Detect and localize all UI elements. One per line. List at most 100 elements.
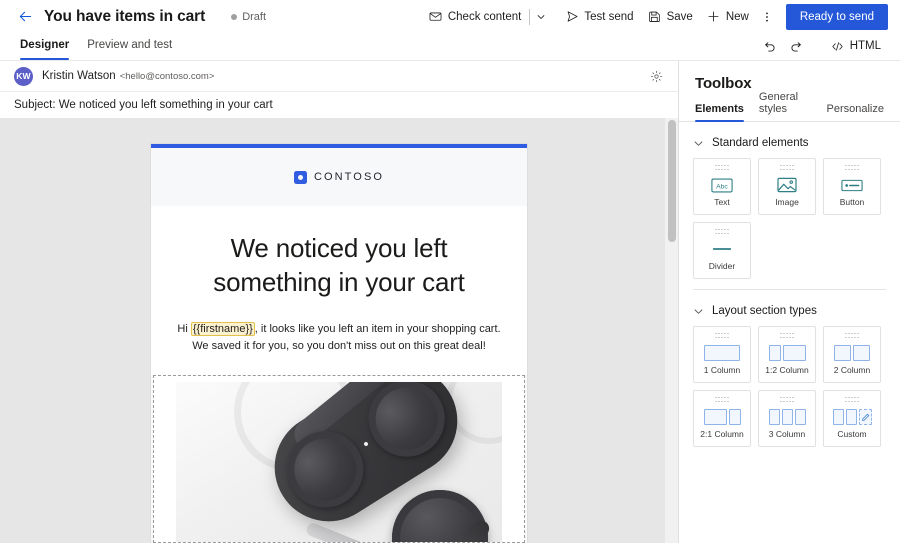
layout-tile-1-2-column-label: 1:2 Column	[765, 365, 809, 375]
designer-tab-strip: Designer Preview and test HTML	[0, 33, 900, 61]
message-settings-button[interactable]	[646, 66, 666, 86]
element-tile-text[interactable]: Abc Text	[693, 158, 751, 215]
tab-preview-and-test-label: Preview and test	[87, 39, 173, 51]
earbud-right	[354, 382, 460, 471]
earbud-loose	[392, 490, 493, 542]
layout-tile-3-column[interactable]: 3 Column	[758, 390, 816, 447]
email-document: CONTOSO We noticed you left something in…	[151, 144, 527, 543]
redo-button[interactable]	[784, 35, 808, 57]
email-designer-app: You have items in cart Draft Check conte…	[0, 0, 900, 543]
layout-tile-custom[interactable]: Custom	[823, 390, 881, 447]
earbud-stem	[437, 517, 493, 542]
element-tile-image-label: Image	[775, 197, 799, 207]
drag-handle-icon[interactable]	[845, 332, 859, 339]
tab-preview-and-test[interactable]: Preview and test	[87, 33, 172, 60]
personalization-token[interactable]: {{firstname}}	[190, 321, 255, 336]
section-layout-types-header[interactable]: Layout section types	[693, 296, 886, 326]
status-label: Draft	[242, 10, 267, 23]
check-content-button[interactable]: Check content	[422, 4, 529, 30]
element-tile-button-label: Button	[839, 197, 865, 207]
layout-tile-1-2-column[interactable]: 1:2 Column	[758, 326, 816, 383]
element-tile-button[interactable]: Button	[823, 158, 881, 215]
html-label: HTML	[849, 40, 881, 52]
sender-email: <hello@contoso.com>	[119, 70, 215, 82]
toolbox-title: Toolbox	[695, 75, 752, 92]
drag-handle-icon[interactable]	[845, 396, 859, 403]
redo-icon	[791, 42, 801, 52]
toolbox-tab-list: Elements General styles Personalize	[679, 91, 900, 122]
drag-handle-icon[interactable]	[715, 164, 729, 171]
body-split: KW Kristin Watson <hello@contoso.com> Su…	[0, 61, 900, 543]
layout-custom-icon	[832, 406, 872, 428]
canvas-scrollbar-thumb[interactable]	[668, 120, 676, 242]
ready-to-send-button[interactable]: Ready to send	[785, 3, 888, 30]
email-image-section[interactable]	[153, 375, 525, 543]
element-tile-image[interactable]: Image	[758, 158, 816, 215]
section-layout-types-title: Layout section types	[712, 305, 817, 317]
tab-designer[interactable]: Designer	[20, 33, 70, 60]
subject-row[interactable]: Subject: We noticed you left something i…	[0, 91, 678, 118]
mail-check-icon	[429, 10, 443, 24]
email-canvas[interactable]: CONTOSO We noticed you left something in…	[0, 118, 678, 543]
drag-handle-icon[interactable]	[780, 332, 794, 339]
section-standard-elements-title: Standard elements	[712, 137, 809, 149]
check-content-label: Check content	[447, 10, 522, 23]
new-button[interactable]: New	[700, 4, 756, 30]
save-button[interactable]: Save	[641, 4, 700, 30]
new-label: New	[725, 10, 749, 23]
tab-elements[interactable]: Elements	[695, 103, 744, 122]
drag-handle-icon[interactable]	[715, 332, 729, 339]
drag-handle-icon[interactable]	[780, 164, 794, 171]
layout-tile-2-1-column[interactable]: 2:1 Column	[693, 390, 751, 447]
top-command-bar: You have items in cart Draft Check conte…	[0, 0, 900, 33]
check-content-dropdown-button[interactable]	[531, 4, 551, 30]
arrow-left-icon	[19, 11, 31, 22]
drag-handle-icon[interactable]	[715, 396, 729, 403]
standard-elements-grid: Abc Text Image Button Divider	[693, 158, 886, 279]
drag-handle-icon[interactable]	[715, 228, 729, 235]
email-hero-section[interactable]: We noticed you left something in your ca…	[151, 206, 527, 375]
layout-tile-1-column-label: 1 Column	[703, 365, 741, 375]
svg-text:Abc: Abc	[716, 183, 728, 190]
undo-button[interactable]	[758, 35, 782, 57]
sender-row: KW Kristin Watson <hello@contoso.com>	[0, 61, 678, 91]
element-tile-divider-label: Divider	[708, 261, 736, 271]
test-send-button[interactable]: Test send	[558, 4, 640, 30]
section-standard-elements: Standard elements Abc Text Image Button …	[679, 128, 900, 279]
product-photo[interactable]	[176, 382, 502, 542]
layout-1col-icon	[704, 342, 740, 364]
layout-3col-icon	[768, 406, 806, 428]
test-send-label: Test send	[584, 10, 634, 23]
tabrow-tools: HTML	[758, 35, 888, 60]
divider-icon	[711, 238, 733, 260]
status-badge: Draft	[231, 11, 266, 23]
code-brackets-icon	[831, 39, 845, 53]
tab-personalize[interactable]: Personalize	[827, 103, 884, 121]
contoso-logo-icon	[293, 170, 307, 184]
split-divider	[529, 8, 531, 25]
email-header-section[interactable]: CONTOSO	[151, 147, 527, 207]
email-headline: We noticed you left something in your ca…	[213, 233, 465, 297]
button-icon	[841, 174, 863, 196]
section-layout-types: Layout section types 1 Column 1:2 Column…	[679, 296, 900, 447]
canvas-scrollbar[interactable]	[664, 118, 678, 543]
layout-tile-2-column[interactable]: 2 Column	[823, 326, 881, 383]
email-editor: KW Kristin Watson <hello@contoso.com> Su…	[0, 61, 678, 543]
layout-tile-1-column[interactable]: 1 Column	[693, 326, 751, 383]
html-view-button[interactable]: HTML	[824, 35, 888, 57]
back-button[interactable]	[14, 6, 36, 28]
drag-handle-icon[interactable]	[845, 164, 859, 171]
tab-general-styles[interactable]: General styles	[759, 91, 812, 121]
tab-personalize-label: Personalize	[826, 103, 884, 115]
section-standard-elements-header[interactable]: Standard elements	[693, 128, 886, 158]
status-dot-icon	[231, 13, 238, 20]
element-tile-divider[interactable]: Divider	[693, 222, 751, 279]
drag-handle-icon[interactable]	[780, 396, 794, 403]
element-tile-text-label: Text	[714, 197, 730, 207]
layout-tile-2-1-column-label: 2:1 Column	[700, 429, 744, 439]
body-text-before: Hi	[177, 322, 191, 335]
more-commands-button[interactable]	[756, 4, 778, 30]
case-led-indicator	[363, 441, 369, 447]
layout-tile-2-column-label: 2 Column	[833, 365, 871, 375]
toolbox-panel: Toolbox Elements General styles Personal…	[678, 61, 900, 543]
